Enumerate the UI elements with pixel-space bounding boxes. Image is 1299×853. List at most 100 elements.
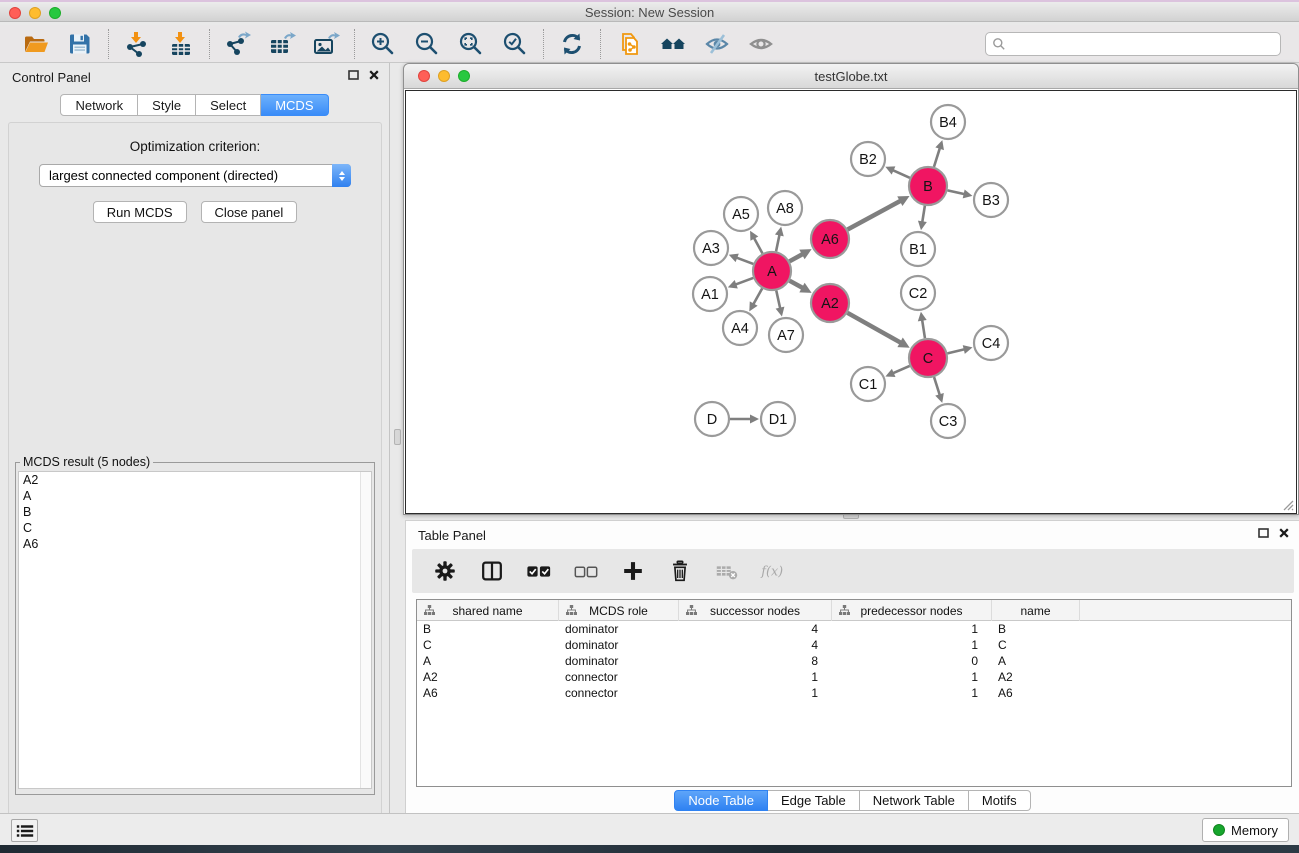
edge-C-C1[interactable]	[892, 366, 910, 374]
cell-name[interactable]: C	[992, 638, 1080, 652]
cell-predecessor-nodes[interactable]: 1	[832, 670, 992, 684]
export-table-icon[interactable]	[267, 29, 297, 59]
search-input[interactable]	[1006, 36, 1274, 52]
network-canvas[interactable]: B4B2BB3A8A5A6A3B1AC2A1A2A4A7C4CC1C3DD1	[405, 90, 1297, 514]
column-header-shared-name[interactable]: shared name	[417, 600, 559, 621]
node-table-body[interactable]: Bdominator41BCdominator41CAdominator80AA…	[417, 621, 1291, 701]
column-header-successor-nodes[interactable]: successor nodes	[679, 600, 832, 621]
edge-B-B3[interactable]	[948, 190, 966, 194]
edge-B-B4[interactable]	[934, 147, 940, 167]
graph-node-A5[interactable]: A5	[724, 197, 758, 231]
graph-node-A2[interactable]: A2	[811, 284, 849, 322]
vertical-splitter-handle[interactable]	[394, 429, 401, 445]
result-item[interactable]: C	[19, 520, 371, 536]
function-builder-icon[interactable]: f(x)	[759, 556, 789, 586]
unselect-all-icon[interactable]	[571, 556, 601, 586]
graph-node-A4[interactable]: A4	[723, 311, 757, 345]
edge-C-C4[interactable]	[947, 349, 965, 353]
edge-A-A6[interactable]	[790, 253, 804, 261]
cell-shared-name[interactable]: A6	[417, 686, 559, 700]
column-view-icon[interactable]	[477, 556, 507, 586]
table-settings-icon[interactable]	[430, 556, 460, 586]
close-table-panel-icon[interactable]	[1279, 528, 1289, 538]
zoom-fit-icon[interactable]	[456, 29, 486, 59]
search-box[interactable]	[985, 32, 1281, 56]
float-panel-icon[interactable]	[348, 70, 359, 80]
refresh-icon[interactable]	[557, 29, 587, 59]
hide-selected-eye-icon[interactable]	[702, 29, 732, 59]
table-row[interactable]: Adominator80A	[417, 653, 1291, 669]
cell-predecessor-nodes[interactable]: 0	[832, 654, 992, 668]
edge-B-B1[interactable]	[922, 206, 925, 224]
tab-motifs[interactable]: Motifs	[969, 790, 1031, 811]
cell-name[interactable]: A	[992, 654, 1080, 668]
result-item[interactable]: A	[19, 488, 371, 504]
graph-node-A3[interactable]: A3	[694, 231, 728, 265]
mcds-result-list[interactable]: A2ABCA6	[18, 471, 372, 789]
column-header-predecessor-nodes[interactable]: predecessor nodes	[832, 600, 992, 621]
first-neighbors-icon[interactable]	[658, 29, 688, 59]
zoom-in-icon[interactable]	[368, 29, 398, 59]
graph-node-C2[interactable]: C2	[901, 276, 935, 310]
graph-node-A[interactable]: A	[753, 252, 791, 290]
cell-MCDS-role[interactable]: connector	[559, 686, 679, 700]
show-all-eye-icon[interactable]	[746, 29, 776, 59]
table-row[interactable]: Cdominator41C	[417, 637, 1291, 653]
save-session-icon[interactable]	[65, 29, 95, 59]
select-all-icon[interactable]	[524, 556, 554, 586]
cell-MCDS-role[interactable]: dominator	[559, 638, 679, 652]
network-window-titlebar[interactable]: testGlobe.txt	[404, 64, 1298, 89]
open-file-icon[interactable]	[21, 29, 51, 59]
edge-A-A5[interactable]	[753, 237, 762, 254]
edge-A-A2[interactable]	[790, 281, 804, 289]
result-item[interactable]: B	[19, 504, 371, 520]
graph-node-C4[interactable]: C4	[974, 326, 1008, 360]
import-table-icon[interactable]	[166, 29, 196, 59]
cell-name[interactable]: B	[992, 622, 1080, 636]
cell-shared-name[interactable]: C	[417, 638, 559, 652]
result-item[interactable]: A6	[19, 536, 371, 552]
tab-node-table[interactable]: Node Table	[674, 790, 768, 811]
graph-node-A8[interactable]: A8	[768, 191, 802, 225]
result-item[interactable]: A2	[19, 472, 371, 488]
graph-node-C3[interactable]: C3	[931, 404, 965, 438]
cell-MCDS-role[interactable]: connector	[559, 670, 679, 684]
edge-B-B2[interactable]	[892, 170, 910, 178]
graph-node-B3[interactable]: B3	[974, 183, 1008, 217]
edge-A-A1[interactable]	[734, 278, 753, 285]
edge-C-C2[interactable]	[922, 319, 925, 339]
graph-node-D1[interactable]: D1	[761, 402, 795, 436]
graph-node-C1[interactable]: C1	[851, 367, 885, 401]
zoom-out-icon[interactable]	[412, 29, 442, 59]
graph-node-C[interactable]: C	[909, 339, 947, 377]
graph-node-A6[interactable]: A6	[811, 220, 849, 258]
float-table-panel-icon[interactable]	[1258, 528, 1269, 538]
graph-node-B1[interactable]: B1	[901, 232, 935, 266]
result-list-scrollbar[interactable]	[360, 472, 371, 788]
clone-network-icon[interactable]	[614, 29, 644, 59]
export-image-icon[interactable]	[311, 29, 341, 59]
close-panel-icon[interactable]	[369, 70, 379, 80]
graph-node-A7[interactable]: A7	[769, 318, 803, 352]
close-panel-button[interactable]: Close panel	[201, 201, 298, 223]
add-column-icon[interactable]	[618, 556, 648, 586]
cell-MCDS-role[interactable]: dominator	[559, 654, 679, 668]
cell-successor-nodes[interactable]: 4	[679, 638, 832, 652]
cell-shared-name[interactable]: A2	[417, 670, 559, 684]
graph-node-A1[interactable]: A1	[693, 277, 727, 311]
column-header-MCDS-role[interactable]: MCDS role	[559, 600, 679, 621]
resize-grip-icon[interactable]	[1280, 497, 1294, 511]
table-row[interactable]: A2connector11A2	[417, 669, 1291, 685]
cell-name[interactable]: A2	[992, 670, 1080, 684]
cell-predecessor-nodes[interactable]: 1	[832, 686, 992, 700]
graph-node-B[interactable]: B	[909, 167, 947, 205]
cell-MCDS-role[interactable]: dominator	[559, 622, 679, 636]
cell-successor-nodes[interactable]: 1	[679, 686, 832, 700]
import-network-icon[interactable]	[122, 29, 152, 59]
tab-network[interactable]: Network	[60, 94, 138, 116]
graph-node-D[interactable]: D	[695, 402, 729, 436]
task-history-button[interactable]	[11, 819, 38, 842]
edge-A-A3[interactable]	[735, 257, 753, 264]
edge-A6-B[interactable]	[848, 200, 902, 229]
edge-A-A4[interactable]	[753, 288, 762, 305]
